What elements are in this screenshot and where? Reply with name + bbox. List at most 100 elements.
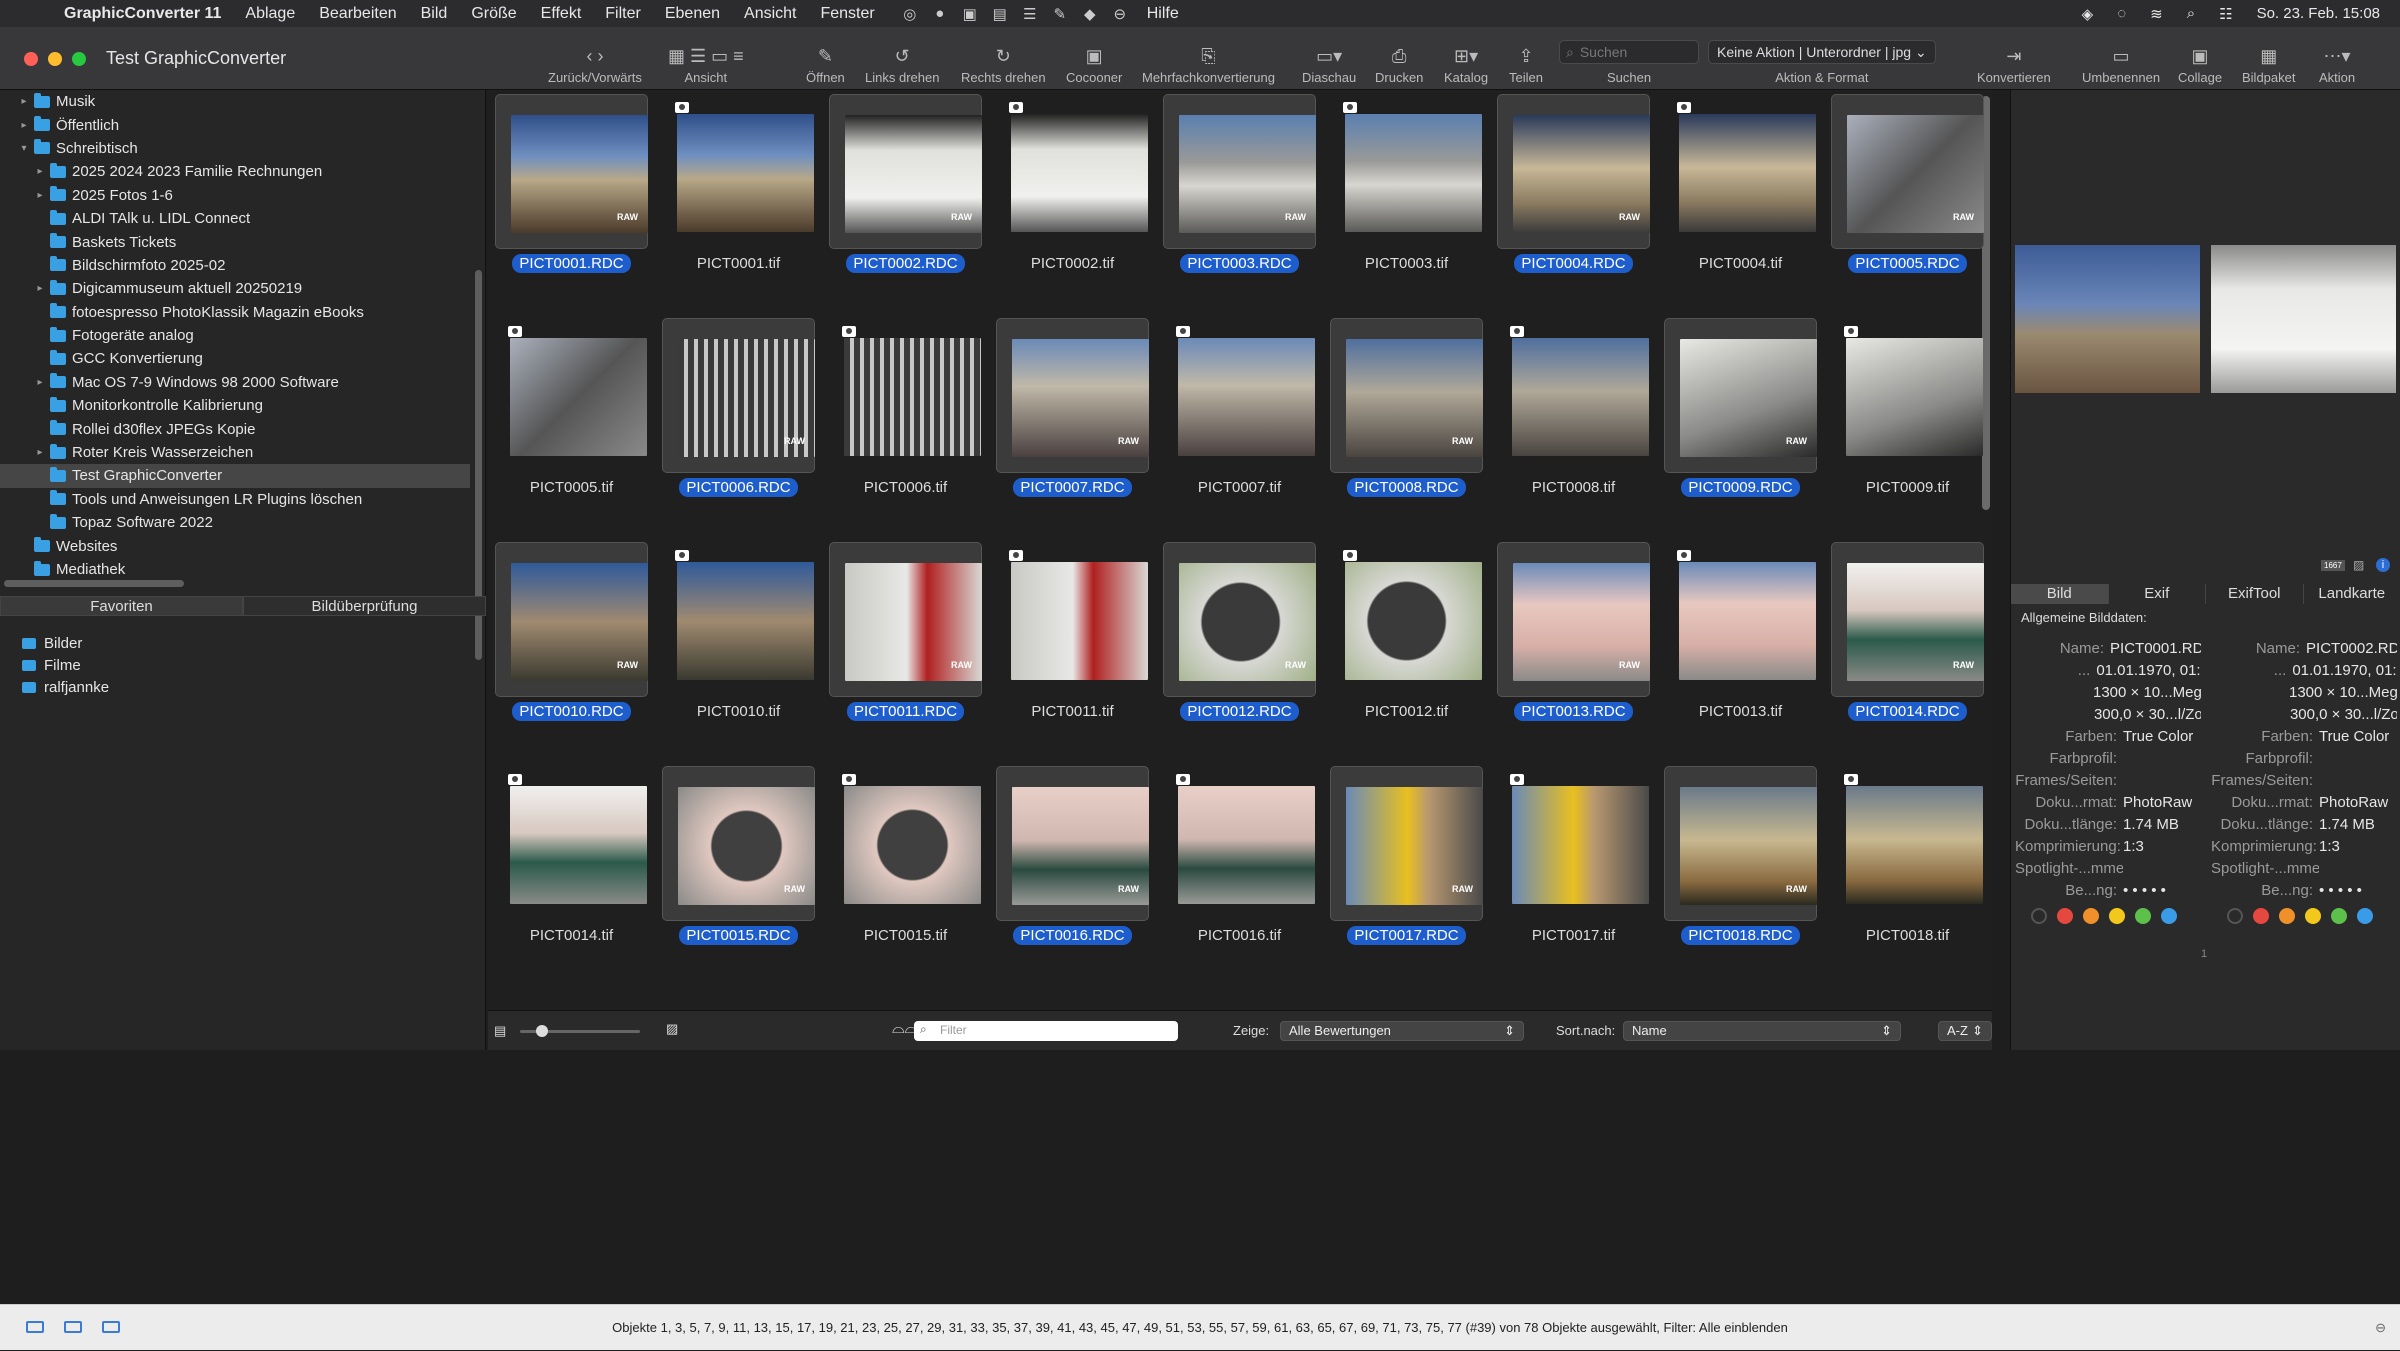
thumbnail-image[interactable]: RAW [1012, 787, 1149, 905]
thumbnail-frame[interactable]: RAW [1831, 94, 1984, 249]
thumbnail-cell[interactable]: RAW PICT0018.RDC [1657, 762, 1824, 986]
thumbnail-filename[interactable]: PICT0015.RDC [655, 926, 822, 945]
rating-filter-select[interactable]: Alle Bewertungen⇕ [1280, 1021, 1524, 1041]
thumbnail-cell[interactable]: PICT0004.tif [1657, 90, 1824, 314]
thumbnail-frame[interactable]: RAW [996, 318, 1149, 473]
thumbnail-filename[interactable]: PICT0009.tif [1824, 478, 1991, 497]
sidebar-item[interactable]: Topaz Software 2022 [0, 511, 470, 534]
thumbnail-filename[interactable]: PICT0001.tif [655, 254, 822, 273]
thumbnail-frame[interactable] [1831, 766, 1984, 921]
wifi-icon[interactable]: ≋ [2150, 5, 2163, 23]
thumbnail-filename[interactable]: PICT0012.tif [1323, 702, 1490, 721]
color-label-dot[interactable] [2031, 908, 2047, 924]
color-label-dot[interactable] [2161, 908, 2177, 924]
slider-knob[interactable] [536, 1025, 548, 1037]
thumbnail-cell[interactable]: RAW PICT0001.RDC [488, 90, 655, 314]
sidebar-item[interactable]: GCC Konvertierung [0, 347, 470, 370]
thumbnail-filename[interactable]: PICT0012.RDC [1156, 702, 1323, 721]
thumbnail-cell[interactable]: PICT0008.tif [1490, 314, 1657, 538]
thumbnail-filename[interactable]: PICT0004.tif [1657, 254, 1824, 273]
thumbnail-cell[interactable]: PICT0016.tif [1156, 762, 1323, 986]
thumbnail-image[interactable] [677, 562, 814, 680]
thumbnail-image[interactable]: RAW [511, 115, 648, 233]
thumbnail-cell[interactable]: PICT0009.tif [1824, 314, 1991, 538]
list-icon[interactable]: ☰ [1015, 5, 1045, 23]
thumbnail-image[interactable] [1011, 114, 1148, 232]
thumbnail-cell[interactable]: PICT0002.tif [989, 90, 1156, 314]
dropbox-icon[interactable]: ◈ [2082, 5, 2094, 23]
disclosure-triangle-icon[interactable]: ▸ [34, 377, 46, 388]
sort-order-select[interactable]: A-Z⇕ [1938, 1021, 1992, 1041]
sidebar-item[interactable]: ▾Schreibtisch [0, 137, 470, 160]
thumbnail-filename[interactable]: PICT0017.RDC [1323, 926, 1490, 945]
thumbnail-size-slider[interactable] [520, 1030, 640, 1033]
thumbnail-image[interactable]: RAW [1346, 787, 1483, 905]
thumbnail-filename[interactable]: PICT0011.tif [989, 702, 1156, 721]
sort-select[interactable]: Name⇕ [1623, 1021, 1901, 1041]
menu-bearbeiten[interactable]: Bearbeiten [307, 5, 408, 23]
sync-icon[interactable]: ◌ [2117, 5, 2126, 22]
thumbnail-cell[interactable]: PICT0014.tif [488, 762, 655, 986]
thumbnail-cell[interactable]: RAWPICT0016.RDC [989, 762, 1156, 986]
thumbnail-cell[interactable]: RAWPICT0015.RDC [655, 762, 822, 986]
color-label-dot[interactable] [2135, 908, 2151, 924]
thumbnail-frame[interactable]: RAW [829, 94, 982, 249]
thumbnail-cell[interactable]: PICT0018.tif [1824, 762, 1991, 986]
thumbnail-frame[interactable]: RAW [1163, 94, 1316, 249]
thumbnail-cell[interactable]: PICT0003.tif [1323, 90, 1490, 314]
thumbnail-cell[interactable]: RAWPICT0010.RDC [488, 538, 655, 762]
color-label-dot[interactable] [2357, 908, 2373, 924]
menu-effekt[interactable]: Effekt [529, 5, 594, 23]
thumbnail-image[interactable]: RAW [678, 339, 815, 457]
menu-app[interactable]: GraphicConverter 11 [52, 5, 233, 23]
thumbnail-frame[interactable]: RAW [1330, 766, 1483, 921]
thumbnail-cell[interactable]: RAWPICT0002.RDC [822, 90, 989, 314]
catalog-button[interactable]: ⊞▾ Katalog [1444, 27, 1488, 90]
sidebar-item[interactable]: fotoespresso PhotoKlassik Magazin eBooks [0, 301, 470, 324]
thumbnail-image[interactable] [844, 338, 981, 456]
thumbnail-frame[interactable] [1497, 318, 1650, 473]
menu-ansicht[interactable]: Ansicht [732, 5, 808, 23]
thumbnail-image[interactable] [1345, 114, 1482, 232]
rotate-left-button[interactable]: ↺ Links drehen [865, 27, 939, 90]
thumbnail-filename[interactable]: PICT0001.RDC [488, 254, 655, 273]
disclosure-triangle-icon[interactable]: ▸ [34, 190, 46, 201]
thumbnail-image[interactable]: RAW [1847, 115, 1984, 233]
sidebar-item[interactable]: Bildschirmfoto 2025-02 [0, 254, 470, 277]
thumbnail-image[interactable]: RAW [1012, 339, 1149, 457]
thumbnail-frame[interactable] [1831, 318, 1984, 473]
thumbnail-cell[interactable]: RAWPICT0004.RDC [1490, 90, 1657, 314]
thumbnail-frame[interactable]: RAW [1497, 542, 1650, 697]
document-icon[interactable]: ▤ [985, 5, 1015, 23]
thumbnail-image[interactable] [1011, 562, 1148, 680]
control-center-icon[interactable]: ☷ [2219, 5, 2232, 23]
thumbnail-frame[interactable]: RAW [1664, 766, 1817, 921]
share-button[interactable]: ⇪ Teilen [1509, 27, 1543, 90]
thumbnail-image[interactable] [510, 786, 647, 904]
minimize-button[interactable] [48, 52, 62, 66]
thumbnail-filename[interactable]: PICT0018.RDC [1657, 926, 1824, 945]
disclosure-triangle-icon[interactable]: ▾ [18, 143, 30, 154]
thumbnail-cell[interactable]: PICT0012.tif [1323, 538, 1490, 762]
thumbnail-frame[interactable] [1497, 766, 1650, 921]
menu-hilfe[interactable]: Hilfe [1135, 5, 1191, 23]
target-icon[interactable]: ◎ [895, 5, 925, 23]
thumbnail-frame[interactable] [495, 318, 648, 473]
camera-icon[interactable]: ▣ [955, 5, 985, 23]
thumbnail-frame[interactable]: RAW [1831, 542, 1984, 697]
color-label-dot[interactable] [2083, 908, 2099, 924]
menu-ebenen[interactable]: Ebenen [653, 5, 732, 23]
thumbnail-image[interactable]: RAW [845, 115, 982, 233]
sidebar-item[interactable]: ▸Musik [0, 90, 470, 113]
thumbnail-filename[interactable]: PICT0005.tif [488, 478, 655, 497]
thumbnail-cell[interactable]: PICT0005.tif [488, 314, 655, 538]
sidebar-item[interactable]: ▸2025 2024 2023 Familie Rechnungen [0, 160, 470, 183]
thumbnail-image[interactable]: RAW [1513, 115, 1650, 233]
thumbnail-cell[interactable]: PICT0001.tif [655, 90, 822, 314]
menu-groesse[interactable]: Größe [459, 5, 528, 23]
thumbnail-image[interactable] [1846, 338, 1983, 456]
thumbnail-frame[interactable] [662, 542, 815, 697]
menu-ablage[interactable]: Ablage [233, 5, 307, 23]
color-label-dot[interactable] [2057, 908, 2073, 924]
rename-button[interactable]: ▭ Umbenennen [2082, 27, 2160, 90]
